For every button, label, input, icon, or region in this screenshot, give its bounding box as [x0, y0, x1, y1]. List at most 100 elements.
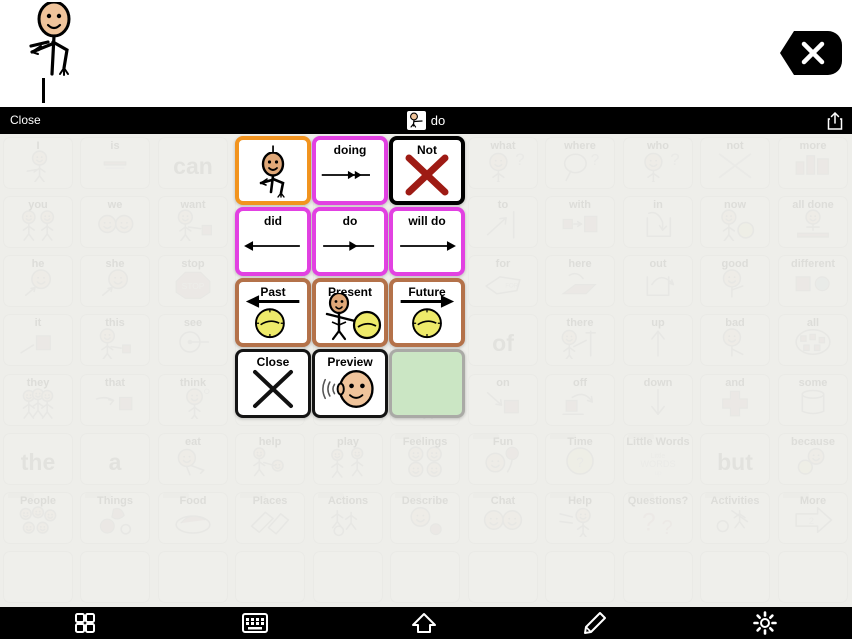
popup-cell-doing[interactable]: doing: [312, 136, 388, 205]
board-cell-places[interactable]: Places: [235, 492, 305, 544]
share-icon[interactable]: [825, 111, 845, 131]
board-cell-empty[interactable]: [700, 551, 770, 603]
board-cell-different[interactable]: different: [778, 255, 848, 307]
board-cell-because[interactable]: because: [778, 433, 848, 485]
popup-cell-label: doing: [333, 143, 367, 157]
board-cell-now[interactable]: now: [700, 196, 770, 248]
popup-cell-future[interactable]: Future: [389, 278, 465, 347]
popup-cell-empty[interactable]: [389, 349, 465, 418]
popup-cell-preview[interactable]: Preview: [312, 349, 388, 418]
board-cell-good[interactable]: good: [700, 255, 770, 307]
popup-cell-do[interactable]: do: [312, 207, 388, 276]
board-cell-see[interactable]: see: [158, 314, 228, 366]
popup-cell-present[interactable]: Present: [312, 278, 388, 347]
board-cell-a[interactable]: a: [80, 433, 150, 485]
board-cell-up[interactable]: up: [623, 314, 693, 366]
board-cell-empty[interactable]: [158, 551, 228, 603]
board-cell-down[interactable]: down: [623, 374, 693, 426]
board-cell-empty[interactable]: [468, 551, 538, 603]
board-cell-i[interactable]: I: [3, 137, 73, 189]
board-cell-more-pages[interactable]: More 2: [778, 492, 848, 544]
popup-cell-close[interactable]: Close: [235, 349, 311, 418]
popup-cell-not[interactable]: Not: [389, 136, 465, 205]
board-cell-that[interactable]: that: [80, 374, 150, 426]
toolbar-grid-button[interactable]: [55, 607, 115, 639]
close-overlay-button[interactable]: [780, 27, 842, 79]
board-cell-empty[interactable]: [390, 551, 460, 603]
toolbar-edit-button[interactable]: [565, 607, 625, 639]
board-cell-want[interactable]: want: [158, 196, 228, 248]
board-cell-here[interactable]: here: [545, 255, 615, 307]
board-cell-there[interactable]: there: [545, 314, 615, 366]
board-cell-all[interactable]: all: [778, 314, 848, 366]
board-cell-time[interactable]: Time?: [545, 433, 615, 485]
board-cell-describe[interactable]: Describe: [390, 492, 460, 544]
board-cell-where[interactable]: where?: [545, 137, 615, 189]
board-cell-people[interactable]: People: [3, 492, 73, 544]
board-cell-in[interactable]: in: [623, 196, 693, 248]
board-cell-some[interactable]: some: [778, 374, 848, 426]
board-cell-bad[interactable]: bad: [700, 314, 770, 366]
board-cell-empty[interactable]: [778, 551, 848, 603]
board-cell-on[interactable]: on: [468, 374, 538, 426]
board-cell-more[interactable]: more: [778, 137, 848, 189]
board-cell-can[interactable]: can: [158, 137, 228, 189]
board-cell-she[interactable]: she: [80, 255, 150, 307]
board-cell-and[interactable]: and: [700, 374, 770, 426]
toolbar-keyboard-button[interactable]: [225, 607, 285, 639]
board-cell-stop[interactable]: stop STOP: [158, 255, 228, 307]
board-cell-it[interactable]: it: [3, 314, 73, 366]
board-cell-play[interactable]: play: [313, 433, 383, 485]
board-cell-this[interactable]: this: [80, 314, 150, 366]
board-cell-with[interactable]: with: [545, 196, 615, 248]
board-cell-out[interactable]: out: [623, 255, 693, 307]
board-cell-you[interactable]: you: [3, 196, 73, 248]
board-cell-all-done[interactable]: all done: [778, 196, 848, 248]
board-cell-eat[interactable]: eat: [158, 433, 228, 485]
popup-cell-did[interactable]: did: [235, 207, 311, 276]
board-cell-activities[interactable]: Activities: [700, 492, 770, 544]
board-cell-things[interactable]: Things: [80, 492, 150, 544]
person-thinking-icon: [170, 385, 216, 419]
board-cell-empty[interactable]: [545, 551, 615, 603]
board-cell-empty[interactable]: [313, 551, 383, 603]
board-cell-he[interactable]: he: [3, 255, 73, 307]
popup-cell-i[interactable]: I: [235, 136, 311, 205]
board-cell-for[interactable]: for FOR: [468, 255, 538, 307]
titlebar-title-group: do: [0, 107, 852, 134]
board-cell-little-words[interactable]: Little Words Little WORDS up: [623, 433, 693, 485]
board-cell-fun[interactable]: Fun: [468, 433, 538, 485]
face-and-object-icon: [402, 503, 448, 537]
toolbar-settings-button[interactable]: [735, 607, 795, 639]
toolbar-home-button[interactable]: [394, 607, 454, 639]
board-cell-not[interactable]: not: [700, 137, 770, 189]
board-cell-questions[interactable]: Questions???: [623, 492, 693, 544]
board-cell-empty[interactable]: [3, 551, 73, 603]
board-cell-what[interactable]: what ?: [468, 137, 538, 189]
board-cell-feelings[interactable]: Feelings: [390, 433, 460, 485]
board-cell-to[interactable]: to: [468, 196, 538, 248]
board-cell-empty[interactable]: [235, 551, 305, 603]
board-cell-they[interactable]: they: [3, 374, 73, 426]
board-cell-who[interactable]: who ?: [623, 137, 693, 189]
board-cell-empty[interactable]: [623, 551, 693, 603]
board-cell-help[interactable]: help: [235, 433, 305, 485]
person-thinking-clock-icon: [790, 444, 836, 478]
popup-cell-will-do[interactable]: will do: [389, 207, 465, 276]
board-cell-is[interactable]: is: [80, 137, 150, 189]
board-cell-the[interactable]: the: [3, 433, 73, 485]
popup-cell-past[interactable]: Past: [235, 278, 311, 347]
board-cell-of[interactable]: of: [468, 314, 538, 366]
hand-pointing-far-icon: [92, 385, 138, 419]
board-cell-off[interactable]: off: [545, 374, 615, 426]
board-cell-empty[interactable]: [80, 551, 150, 603]
arrow-into-box-icon: [635, 207, 681, 241]
board-cell-chat[interactable]: Chat: [468, 492, 538, 544]
board-cell-think[interactable]: think: [158, 374, 228, 426]
board-cell-actions[interactable]: Actions: [313, 492, 383, 544]
board-cell-but[interactable]: but: [700, 433, 770, 485]
board-cell-we[interactable]: we: [80, 196, 150, 248]
board-cell-food[interactable]: Food: [158, 492, 228, 544]
message-window[interactable]: [0, 0, 852, 107]
board-cell-help-folder[interactable]: Help: [545, 492, 615, 544]
